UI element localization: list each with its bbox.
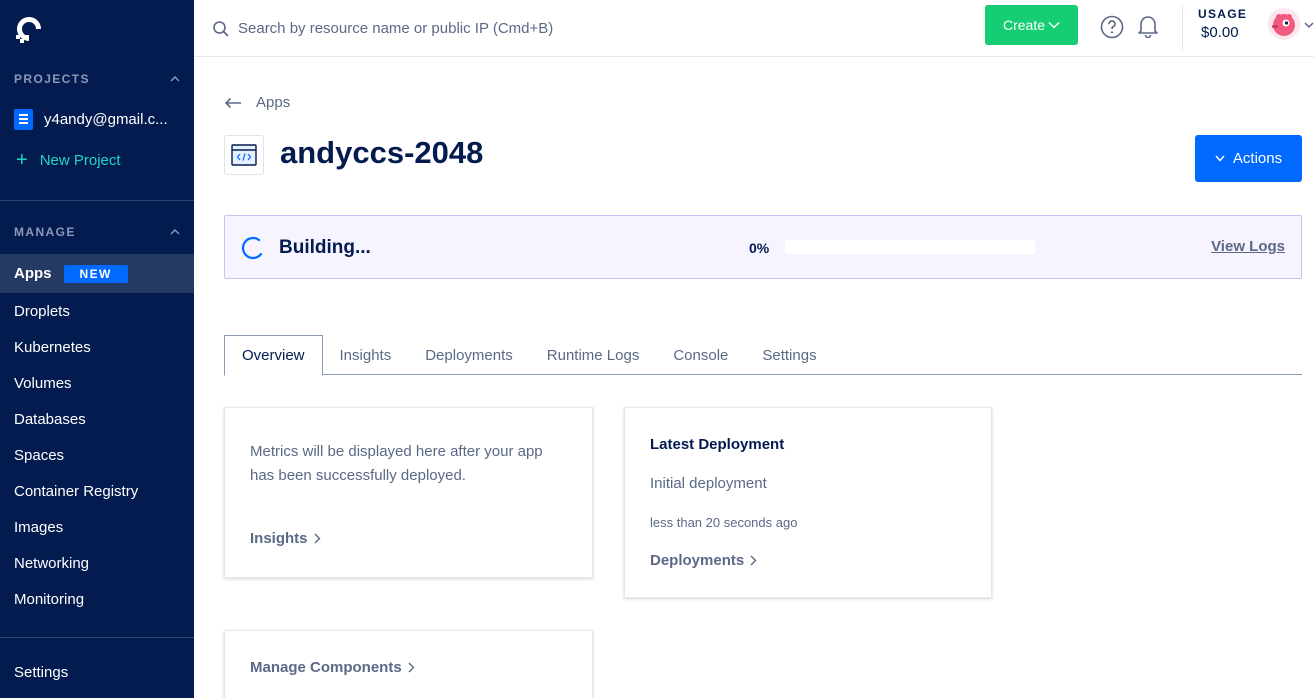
chevron-up-icon[interactable] (170, 74, 180, 84)
deployments-link[interactable]: Deployments (650, 552, 757, 569)
sidebar-item-databases[interactable]: Databases (0, 401, 194, 437)
chevron-right-icon (750, 555, 757, 566)
sidebar-item-container-registry[interactable]: Container Registry (0, 473, 194, 509)
new-badge: NEW (63, 264, 128, 283)
sidebar-item-label: Monitoring (14, 590, 85, 608)
project-icon (14, 109, 33, 130)
manage-heading: MANAGE (14, 225, 76, 239)
chevron-down-icon (1048, 21, 1060, 29)
sidebar-item-apps[interactable]: Apps NEW (0, 254, 194, 293)
sidebar: PROJECTS y4andy@gmail.c... + New Project… (0, 0, 194, 698)
metrics-message: Metrics will be displayed here after you… (250, 443, 543, 484)
help-icon[interactable] (1100, 15, 1124, 39)
topbar: Create USAGE $0.00 (194, 0, 1314, 57)
sidebar-divider (0, 200, 194, 201)
sidebar-item-images[interactable]: Images (0, 509, 194, 545)
manage-section-header[interactable]: MANAGE (14, 225, 180, 239)
breadcrumb-label: Apps (256, 94, 291, 111)
deployments-link-label: Deployments (650, 552, 745, 569)
sidebar-item-monitoring[interactable]: Monitoring (0, 581, 194, 617)
sidebar-item-volumes[interactable]: Volumes (0, 365, 194, 401)
sidebar-item-label: Databases (14, 410, 86, 428)
code-window-icon (231, 144, 257, 166)
project-name: y4andy@gmail.c... (44, 111, 168, 128)
insights-link[interactable]: Insights (250, 530, 321, 547)
sidebar-item-kubernetes[interactable]: Kubernetes (0, 329, 194, 365)
avatar-icon (1272, 14, 1295, 36)
chevron-right-icon (408, 662, 415, 673)
topbar-divider (1182, 6, 1183, 50)
breadcrumb[interactable]: Apps (224, 94, 290, 111)
new-project-link[interactable]: + New Project (16, 150, 121, 170)
create-button[interactable]: Create (985, 5, 1078, 45)
insights-link-label: Insights (250, 530, 308, 547)
chevron-up-icon[interactable] (170, 227, 180, 237)
arrow-left-icon (224, 97, 241, 108)
build-status-text: Building... (279, 237, 371, 258)
tab-console[interactable]: Console (656, 335, 745, 375)
bell-icon[interactable] (1137, 14, 1159, 38)
project-item[interactable]: y4andy@gmail.c... (14, 109, 168, 130)
sidebar-item-label: Kubernetes (14, 338, 91, 356)
manage-components-label: Manage Components (250, 659, 402, 676)
sidebar-item-droplets[interactable]: Droplets (0, 293, 194, 329)
progress-percent: 0% (749, 240, 770, 256)
actions-button[interactable]: Actions (1195, 135, 1302, 182)
sidebar-item-networking[interactable]: Networking (0, 545, 194, 581)
progress-bar (785, 240, 1035, 254)
sidebar-item-spaces[interactable]: Spaces (0, 437, 194, 473)
view-logs-link[interactable]: View Logs (1211, 238, 1285, 255)
avatar[interactable] (1268, 8, 1300, 40)
latest-deployment-card: Latest Deployment Initial deployment les… (624, 407, 992, 598)
projects-heading: PROJECTS (14, 72, 90, 86)
sidebar-item-settings[interactable]: Settings (0, 654, 194, 690)
usage-label: USAGE (1198, 7, 1248, 21)
chevron-right-icon (314, 533, 321, 544)
manage-components-link[interactable]: Manage Components (250, 659, 415, 676)
deployment-name: Initial deployment (650, 475, 767, 492)
sidebar-item-label: Spaces (14, 446, 65, 464)
usage-value[interactable]: $0.00 (1201, 24, 1239, 41)
tab-runtime-logs[interactable]: Runtime Logs (530, 335, 657, 375)
digitalocean-logo-icon[interactable] (14, 14, 44, 44)
tab-deployments[interactable]: Deployments (408, 335, 530, 375)
deployment-time: less than 20 seconds ago (650, 515, 798, 530)
metrics-card: Metrics will be displayed here after you… (224, 407, 593, 578)
chevron-down-icon (1215, 155, 1225, 162)
manage-components-card: Manage Components (224, 630, 593, 698)
spinner-icon (241, 236, 263, 260)
build-status-banner: Building... 0% View Logs (224, 215, 1302, 279)
actions-label: Actions (1232, 150, 1283, 167)
new-project-label: New Project (39, 151, 121, 169)
sidebar-item-label: Droplets (14, 302, 70, 320)
chevron-down-icon[interactable] (1304, 20, 1314, 30)
search-icon (213, 21, 229, 37)
create-label: Create (1002, 17, 1046, 33)
sidebar-item-label: Apps (14, 265, 52, 282)
sidebar-item-label: Container Registry (14, 482, 139, 500)
sidebar-divider (0, 637, 194, 638)
tab-overview[interactable]: Overview (224, 335, 323, 376)
tab-insights[interactable]: Insights (323, 335, 409, 375)
tab-settings[interactable]: Settings (745, 335, 833, 375)
plus-icon: + (16, 149, 28, 171)
sidebar-item-label: Volumes (14, 374, 72, 392)
sidebar-item-label: Images (14, 518, 64, 536)
sidebar-item-label: Settings (14, 663, 69, 681)
latest-deployment-heading: Latest Deployment (650, 436, 785, 453)
tab-bar: Overview Insights Deployments Runtime Lo… (224, 335, 1302, 376)
sidebar-item-label: Networking (14, 554, 90, 572)
app-icon (224, 135, 264, 175)
search-input[interactable] (238, 15, 738, 41)
projects-section-header[interactable]: PROJECTS (14, 72, 180, 86)
page-title: andyccs-2048 (280, 135, 484, 170)
